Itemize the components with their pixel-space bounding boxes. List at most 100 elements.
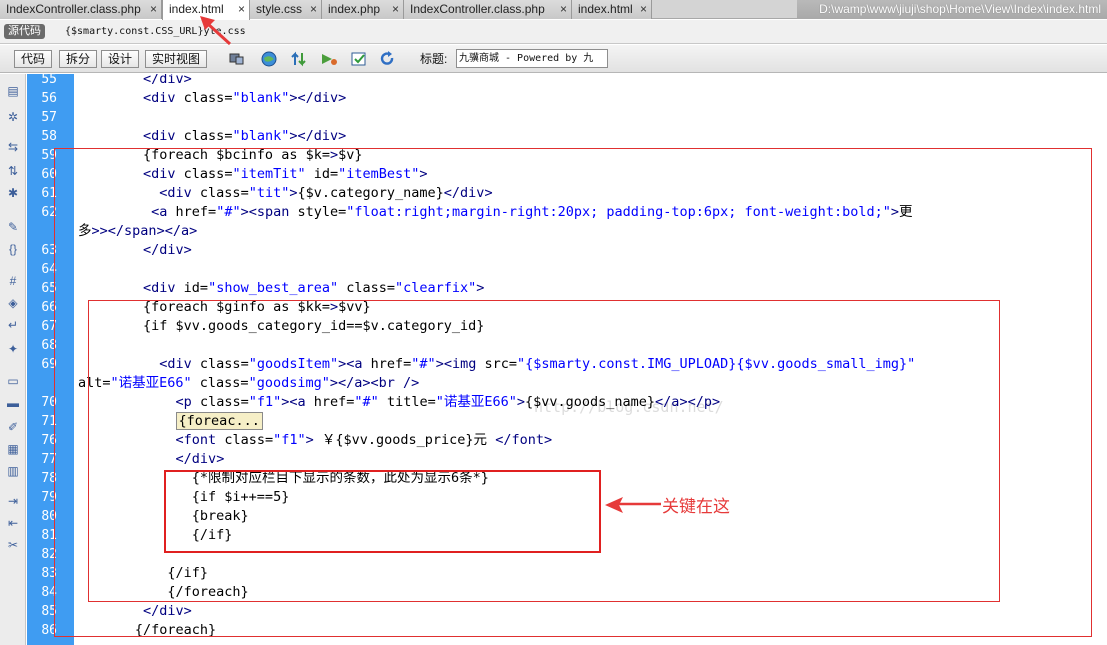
open-documents-icon[interactable]: ▤ <box>4 82 22 100</box>
line-number: 85 <box>41 604 57 619</box>
tab-4[interactable]: index.php × <box>322 0 404 19</box>
code-line[interactable]: {foreach $bcinfo as $k=>$v} <box>78 146 362 165</box>
code-line[interactable]: {/if} <box>78 526 233 545</box>
line-number: 80 <box>41 509 57 524</box>
code-line[interactable]: </div> <box>78 450 225 469</box>
code-line[interactable]: <div class="blank"></div> <box>78 127 346 146</box>
tab-1[interactable]: IndexController.class.php × <box>0 0 162 19</box>
source-code-button[interactable]: 源代码 <box>4 24 45 39</box>
code-line[interactable]: {if $i++==5} <box>78 488 290 507</box>
tab-label: IndexController.class.php <box>410 2 545 16</box>
split-view-button[interactable]: 拆分 <box>59 50 98 68</box>
format-source-icon[interactable]: ✂ <box>4 536 22 554</box>
outdent-code-icon[interactable]: ⇤ <box>4 514 22 532</box>
select-parent-tag-icon[interactable]: ✎ <box>4 218 22 236</box>
line-number: 70 <box>41 395 57 410</box>
code-text: {*限制对应栏目下显示的条数，此处为显示6条*} <box>78 470 489 486</box>
code-line[interactable]: {/foreach} <box>78 621 216 640</box>
code-line[interactable]: {/foreach} <box>78 583 248 602</box>
code-line[interactable]: </div> <box>78 602 192 621</box>
document-toolbar: 代码 拆分 设计 实时视图 标题: 九骥商城 - Powered by 九 <box>0 45 1107 73</box>
code-line[interactable]: 多>></span></a> <box>78 222 197 241</box>
highlight-invalid-icon[interactable]: ◈ <box>4 294 22 312</box>
tab-pointer-arrow-icon <box>200 16 232 46</box>
line-number: 57 <box>41 110 57 125</box>
line-number: 62 <box>41 205 57 220</box>
line-number: 77 <box>41 452 57 467</box>
tab-5[interactable]: IndexController.class.php × <box>404 0 572 19</box>
code-text: </div> <box>143 74 192 87</box>
recent-snippets-icon[interactable]: ▦ <box>4 440 22 458</box>
code-line[interactable]: <div id="show_best_area" class="clearfix… <box>78 279 484 298</box>
code-line[interactable]: <font class="f1"> ￥{$vv.goods_price}元 </… <box>78 431 553 450</box>
code-line[interactable]: <div class="tit">{$v.category_name}</div… <box>78 184 492 203</box>
multiscreen-icon[interactable] <box>228 50 246 68</box>
refresh-icon[interactable] <box>378 50 396 68</box>
expand-all-icon[interactable]: ✱ <box>4 184 22 202</box>
collapse-tag-icon[interactable]: ⇆ <box>4 138 22 156</box>
line-number: 65 <box>41 281 57 296</box>
document-title-input[interactable]: 九骥商城 - Powered by 九 <box>456 49 608 68</box>
collapsed-code-block[interactable]: {foreac... <box>175 412 263 430</box>
collapse-selection-icon[interactable]: ⇅ <box>4 162 22 180</box>
wrap-tag-icon[interactable]: ✐ <box>4 418 22 436</box>
browser-preview-icon[interactable] <box>260 50 278 68</box>
code-text: </div> <box>175 451 225 467</box>
code-line[interactable]: {break} <box>78 507 249 526</box>
code-line[interactable]: <a href="#"><span style="float:right;mar… <box>78 203 912 222</box>
code-text: {/if} <box>78 565 209 581</box>
indent-code-icon[interactable]: ⇥ <box>4 492 22 510</box>
line-number: 67 <box>41 319 57 334</box>
code-line[interactable]: {*限制对应栏目下显示的条数，此处为显示6条*} <box>78 469 489 488</box>
tab-label: style.css <box>256 2 303 16</box>
move-css-icon[interactable]: ▥ <box>4 462 22 480</box>
browser-check-icon[interactable] <box>320 50 338 68</box>
line-number: 81 <box>41 528 57 543</box>
code-line[interactable]: {foreach $ginfo as $kk=>$vv} <box>78 298 371 317</box>
code-line[interactable]: <div class="itemTit" id="itemBest"> <box>78 165 428 184</box>
tab-label: index.html <box>169 2 224 16</box>
tab-close-icon[interactable]: × <box>392 0 399 18</box>
code-line[interactable]: {if $vv.goods_category_id==$v.category_i… <box>78 317 484 336</box>
code-line[interactable]: <div class="blank"></div> <box>78 89 346 108</box>
word-wrap-icon[interactable]: ↵ <box>4 316 22 334</box>
design-view-button[interactable]: 设计 <box>101 50 140 68</box>
code-text: <a href="#"><span style="float:right;mar… <box>151 204 913 220</box>
code-line[interactable]: </div> <box>78 74 192 89</box>
options-gear-icon[interactable]: ✲ <box>4 108 22 126</box>
line-number: 59 <box>41 148 57 163</box>
tab-3[interactable]: style.css × <box>250 0 322 19</box>
tab-close-icon[interactable]: × <box>310 0 317 18</box>
tab-6[interactable]: index.html × <box>572 0 652 19</box>
code-text: alt="诺基亚E66" class="goodsimg"></a><br /> <box>78 375 420 391</box>
code-line[interactable]: alt="诺基亚E66" class="goodsimg"></a><br /> <box>78 374 419 393</box>
line-number: 60 <box>41 167 57 182</box>
syntax-error-icon[interactable]: ✦ <box>4 340 22 358</box>
code-line[interactable]: {/if} <box>78 564 208 583</box>
code-text: {break} <box>78 508 249 524</box>
code-line[interactable]: {foreac... <box>78 412 263 431</box>
tab-close-icon[interactable]: × <box>640 0 647 18</box>
code-line[interactable]: <p class="f1"><a href="#" title="诺基亚E66"… <box>78 393 721 412</box>
line-number: 55 <box>41 72 57 87</box>
apply-comment-icon[interactable]: ▭ <box>4 372 22 390</box>
code-line[interactable]: <div class="goodsItem"><a href="#"><img … <box>78 355 915 374</box>
file-management-icon[interactable] <box>290 50 308 68</box>
tab-close-icon[interactable]: × <box>150 0 157 18</box>
line-number: 71 <box>41 414 57 429</box>
code-view-button[interactable]: 代码 <box>14 50 53 68</box>
remove-comment-icon[interactable]: ▬ <box>4 394 22 412</box>
tab-close-icon[interactable]: × <box>238 0 245 18</box>
code-text: <font class="f1"> ￥{$vv.goods_price}元 </… <box>175 432 553 448</box>
tab-close-icon[interactable]: × <box>560 0 567 18</box>
line-number: 61 <box>41 186 57 201</box>
line-numbers-icon[interactable]: # <box>4 272 22 290</box>
line-number: 76 <box>41 433 57 448</box>
code-line[interactable]: </div> <box>78 241 192 260</box>
line-number: 82 <box>41 547 57 562</box>
balance-braces-icon[interactable]: {} <box>4 240 22 258</box>
validate-icon[interactable] <box>350 50 368 68</box>
code-editor[interactable]: http://blog.csdn.net/ </div> <div class=… <box>74 74 1107 645</box>
live-view-button[interactable]: 实时视图 <box>145 50 208 68</box>
